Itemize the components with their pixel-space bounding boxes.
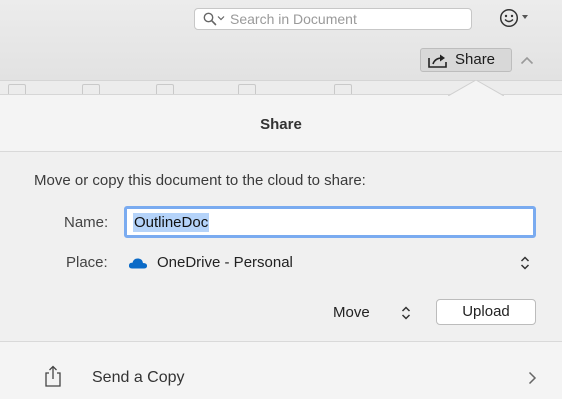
ruler-marker: [334, 84, 352, 94]
search-input[interactable]: Search in Document: [194, 8, 472, 30]
place-label: Place:: [66, 254, 108, 271]
popover-arrow: [448, 80, 504, 96]
instruction-text: Move or copy this document to the cloud …: [34, 172, 366, 189]
ruler-marker: [238, 84, 256, 94]
updown-chevron-icon[interactable]: [520, 255, 530, 271]
name-field[interactable]: OutlineDoc: [124, 206, 536, 238]
share-icon: [428, 54, 447, 68]
popover-title: Share: [260, 116, 302, 133]
onedrive-cloud-icon: [128, 258, 148, 269]
chevron-right-icon[interactable]: [528, 371, 537, 385]
share-button[interactable]: Share: [420, 48, 512, 72]
search-placeholder: Search in Document: [230, 11, 357, 27]
smiley-icon[interactable]: [499, 8, 519, 28]
chevron-up-icon[interactable]: [520, 56, 534, 65]
share-upload-icon: [45, 365, 61, 387]
chevron-down-icon[interactable]: [521, 14, 529, 20]
move-select-value[interactable]: Move: [333, 304, 370, 321]
updown-chevron-icon[interactable]: [401, 305, 411, 321]
place-select-value[interactable]: OneDrive - Personal: [157, 254, 293, 271]
upload-button[interactable]: Upload: [436, 299, 536, 325]
ruler-marker: [156, 84, 174, 94]
ruler-marker: [82, 84, 100, 94]
name-field-value: OutlineDoc: [133, 213, 210, 232]
send-a-copy-label: Send a Copy: [92, 369, 185, 386]
share-button-label: Share: [455, 51, 496, 68]
chevron-down-icon: [217, 16, 225, 21]
name-label: Name:: [64, 214, 109, 231]
ruler-marker: [8, 84, 26, 94]
search-icon: [203, 12, 217, 26]
toolbar: Search in Document Share: [0, 0, 562, 80]
send-a-copy-row[interactable]: [0, 342, 562, 398]
